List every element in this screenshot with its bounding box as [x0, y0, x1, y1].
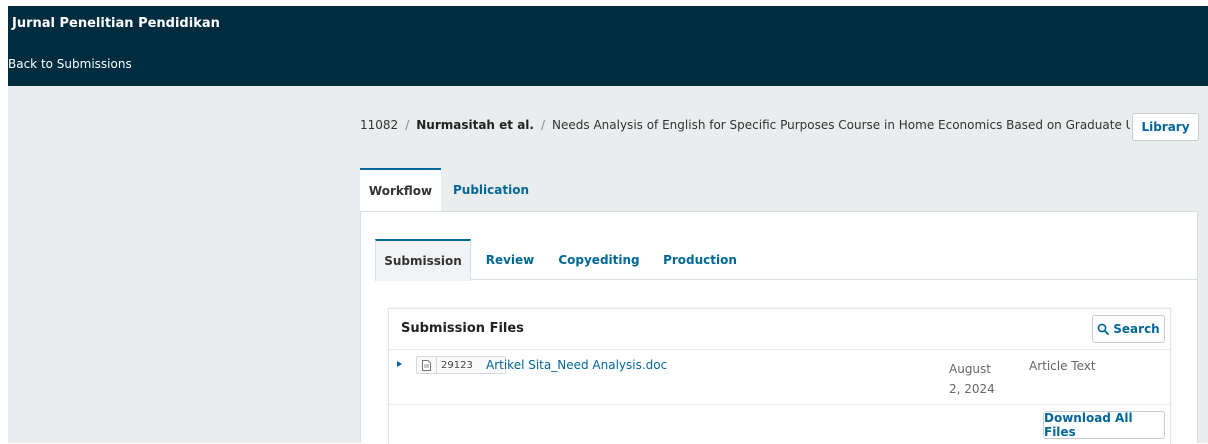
breadcrumb-separator: / — [540, 118, 546, 132]
tab-workflow[interactable]: Workflow — [360, 168, 441, 212]
breadcrumb-separator: / — [405, 118, 410, 132]
back-link-label: Back to Submissions — [8, 57, 132, 71]
submission-files-title: Submission Files — [401, 321, 524, 336]
journal-title[interactable]: Jurnal Penelitian Pendidikan — [12, 16, 220, 31]
search-button-label: Search — [1113, 322, 1160, 336]
divider — [389, 404, 1170, 405]
search-icon — [1097, 323, 1110, 335]
document-icon — [417, 357, 437, 373]
submission-author: Nurmasitah et al. — [416, 118, 534, 132]
file-type: Article Text — [1029, 359, 1096, 373]
download-all-files-button[interactable]: Download All Files — [1043, 411, 1165, 439]
top-header-bar: Jurnal Penelitian Pendidikan Back to Sub… — [8, 6, 1208, 86]
tab-production[interactable]: Production — [655, 239, 745, 280]
submission-id: 11082 — [360, 118, 399, 132]
search-button[interactable]: Search — [1092, 315, 1165, 343]
submission-title: Needs Analysis of English for Specific P… — [552, 118, 1130, 132]
tab-copyediting[interactable]: Copyediting — [550, 239, 648, 280]
tab-review[interactable]: Review — [476, 239, 544, 280]
breadcrumb: 11082 / Nurmasitah et al. / Needs Analysis o… — [360, 118, 1130, 136]
file-id: 29123 — [441, 359, 473, 371]
tab-publication[interactable]: Publication — [441, 168, 541, 212]
library-button[interactable]: Library — [1132, 113, 1199, 141]
file-name-link[interactable]: Artikel Sita_Need Analysis.doc — [486, 358, 667, 372]
tab-submission[interactable]: Submission — [375, 239, 471, 281]
file-date: August 2, 2024 — [949, 362, 995, 396]
submission-files-grid: Submission Files Search 29123 Artikel Si… — [388, 308, 1171, 444]
expand-arrow-icon[interactable] — [397, 361, 402, 367]
stage-tabs: Submission Review Copyediting Production — [375, 239, 1198, 281]
file-row: 29123 Artikel Sita_Need Analysis.doc Aug… — [389, 350, 1170, 404]
workflow-panel: Submission Review Copyediting Production… — [360, 211, 1198, 444]
back-to-submissions-link[interactable]: Back to Submissions — [8, 57, 148, 71]
